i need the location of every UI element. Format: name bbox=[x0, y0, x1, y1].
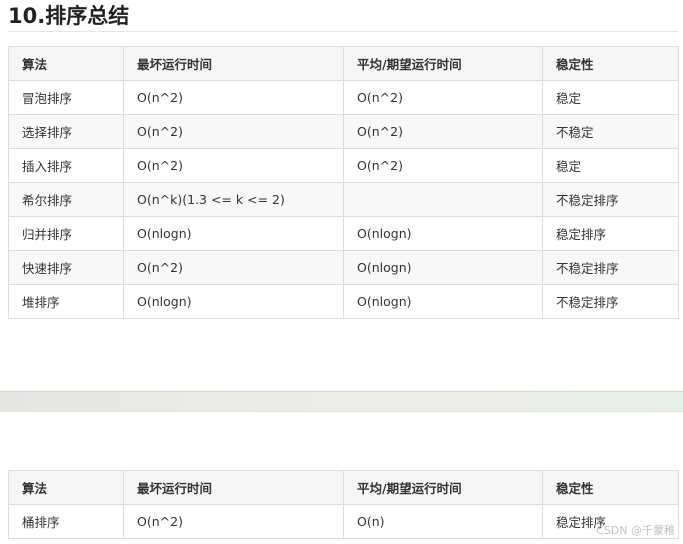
cell-algorithm: 堆排序 bbox=[8, 284, 124, 319]
cell-average-time: O(nlogn) bbox=[343, 250, 543, 285]
cell-average-time bbox=[343, 182, 543, 217]
cell-worst-time: O(nlogn) bbox=[123, 284, 344, 319]
cell-average-time: O(n^2) bbox=[343, 148, 543, 183]
column-header-stability: 稳定性 bbox=[542, 46, 679, 81]
table-row: 冒泡排序 O(n^2) O(n^2) 稳定 bbox=[8, 80, 679, 115]
table-row: 桶排序 O(n^2) O(n) 稳定排序 bbox=[8, 504, 679, 539]
heading-divider bbox=[8, 31, 678, 32]
cell-stability: 不稳定 bbox=[542, 114, 679, 149]
table-row: 归并排序 O(nlogn) O(nlogn) 稳定排序 bbox=[8, 216, 679, 251]
cell-worst-time: O(nlogn) bbox=[123, 216, 344, 251]
table-row: 插入排序 O(n^2) O(n^2) 稳定 bbox=[8, 148, 679, 183]
table-header-row: 算法 最坏运行时间 平均/期望运行时间 稳定性 bbox=[8, 46, 679, 81]
column-header-algorithm: 算法 bbox=[8, 46, 124, 81]
column-header-worst-time: 最坏运行时间 bbox=[123, 46, 344, 81]
cell-algorithm: 快速排序 bbox=[8, 250, 124, 285]
bucket-sort-table: 算法 最坏运行时间 平均/期望运行时间 稳定性 桶排序 O(n^2) O(n) … bbox=[8, 470, 679, 539]
cell-average-time: O(n^2) bbox=[343, 114, 543, 149]
cell-algorithm: 希尔排序 bbox=[8, 182, 124, 217]
table-row: 快速排序 O(n^2) O(nlogn) 不稳定排序 bbox=[8, 250, 679, 285]
cell-average-time: O(nlogn) bbox=[343, 216, 543, 251]
cell-average-time: O(n) bbox=[343, 504, 543, 539]
cell-algorithm: 冒泡排序 bbox=[8, 80, 124, 115]
column-header-algorithm: 算法 bbox=[8, 470, 124, 505]
section-separator-band bbox=[0, 391, 683, 412]
cell-algorithm: 插入排序 bbox=[8, 148, 124, 183]
cell-algorithm: 归并排序 bbox=[8, 216, 124, 251]
cell-stability: 不稳定排序 bbox=[542, 182, 679, 217]
cell-average-time: O(n^2) bbox=[343, 80, 543, 115]
cell-stability: 不稳定排序 bbox=[542, 250, 679, 285]
cell-worst-time: O(n^2) bbox=[123, 504, 344, 539]
column-header-stability: 稳定性 bbox=[542, 470, 679, 505]
cell-worst-time: O(n^k)(1.3 <= k <= 2) bbox=[123, 182, 344, 217]
cell-worst-time: O(n^2) bbox=[123, 80, 344, 115]
table-row: 希尔排序 O(n^k)(1.3 <= k <= 2) 不稳定排序 bbox=[8, 182, 679, 217]
cell-worst-time: O(n^2) bbox=[123, 148, 344, 183]
cell-worst-time: O(n^2) bbox=[123, 114, 344, 149]
section-heading: 10.排序总结 bbox=[8, 4, 130, 28]
table-row: 选择排序 O(n^2) O(n^2) 不稳定 bbox=[8, 114, 679, 149]
cell-stability: 稳定 bbox=[542, 148, 679, 183]
sort-summary-table: 算法 最坏运行时间 平均/期望运行时间 稳定性 冒泡排序 O(n^2) O(n^… bbox=[8, 46, 679, 319]
table-header-row: 算法 最坏运行时间 平均/期望运行时间 稳定性 bbox=[8, 470, 679, 505]
cell-stability: 不稳定排序 bbox=[542, 284, 679, 319]
cell-average-time: O(nlogn) bbox=[343, 284, 543, 319]
column-header-average-time: 平均/期望运行时间 bbox=[343, 470, 543, 505]
cell-stability: 稳定排序 bbox=[542, 216, 679, 251]
csdn-watermark: CSDN @千蒙稚 bbox=[596, 524, 675, 537]
table-row: 堆排序 O(nlogn) O(nlogn) 不稳定排序 bbox=[8, 284, 679, 319]
cell-algorithm: 桶排序 bbox=[8, 504, 124, 539]
column-header-average-time: 平均/期望运行时间 bbox=[343, 46, 543, 81]
cell-algorithm: 选择排序 bbox=[8, 114, 124, 149]
cell-stability: 稳定 bbox=[542, 80, 679, 115]
cell-worst-time: O(n^2) bbox=[123, 250, 344, 285]
column-header-worst-time: 最坏运行时间 bbox=[123, 470, 344, 505]
